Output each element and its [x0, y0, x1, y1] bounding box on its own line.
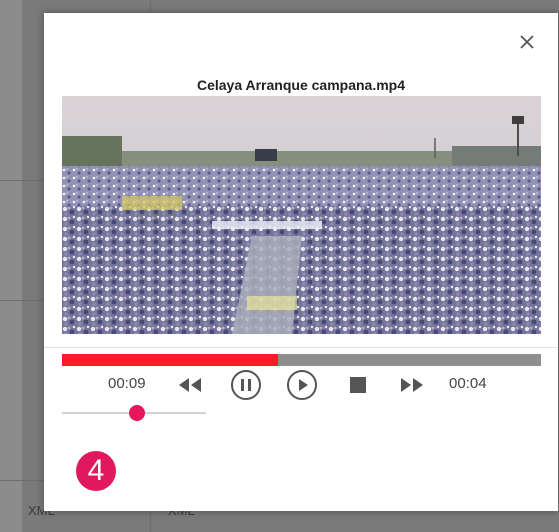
- pause-icon: [231, 370, 261, 400]
- volume-thumb[interactable]: [128, 405, 145, 421]
- elapsed-time: 00:09: [108, 375, 146, 392]
- controls-divider: [44, 347, 558, 348]
- playback-progress-fill: [62, 354, 278, 366]
- remaining-time: 00:04: [449, 375, 487, 392]
- play-button[interactable]: [286, 369, 318, 401]
- rewind-icon: [179, 378, 201, 392]
- stop-button[interactable]: [342, 369, 374, 401]
- play-icon: [287, 370, 317, 400]
- video-player-dialog: Celaya Arranque campana.mp4 00:09 00:04 …: [44, 13, 558, 511]
- step-badge: 4: [76, 451, 116, 491]
- rewind-button[interactable]: [174, 369, 206, 401]
- close-button[interactable]: [514, 29, 540, 55]
- volume-slider[interactable]: [62, 405, 206, 421]
- fast-forward-button[interactable]: [396, 369, 428, 401]
- stop-icon: [350, 377, 366, 393]
- volume-level: [62, 412, 137, 414]
- video-title: Celaya Arranque campana.mp4: [196, 77, 405, 93]
- pause-button[interactable]: [230, 369, 262, 401]
- video-frame-image: [62, 96, 541, 334]
- fast-forward-icon: [401, 378, 423, 392]
- playback-progress-bar[interactable]: [62, 354, 541, 366]
- close-icon: [520, 35, 534, 49]
- background-sidebar: [0, 0, 22, 532]
- video-frame[interactable]: [62, 96, 541, 334]
